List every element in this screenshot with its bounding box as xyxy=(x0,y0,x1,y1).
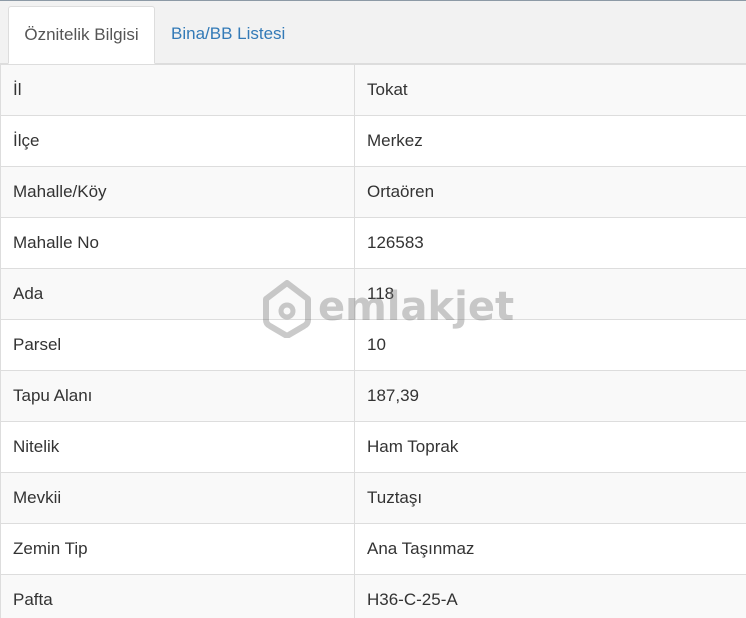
table-row: Tapu Alanı 187,39 xyxy=(0,370,746,422)
row-label: Nitelik xyxy=(0,421,355,473)
row-label: Ada xyxy=(0,268,355,320)
table-row: Pafta H36-C-25-A xyxy=(0,574,746,618)
table-row: Nitelik Ham Toprak xyxy=(0,421,746,473)
row-label: Zemin Tip xyxy=(0,523,355,575)
row-label: İl xyxy=(0,64,355,116)
table-row: İl Tokat xyxy=(0,64,746,116)
tab-building-list[interactable]: Bina/BB Listesi xyxy=(159,6,297,63)
row-label: Parsel xyxy=(0,319,355,371)
row-value: 118 xyxy=(354,268,746,320)
row-value: Ham Toprak xyxy=(354,421,746,473)
tab-attribute-info[interactable]: Öznitelik Bilgisi xyxy=(8,6,155,64)
table-row: İlçe Merkez xyxy=(0,115,746,167)
row-value: Tuztaşı xyxy=(354,472,746,524)
table-row: Mahalle/Köy Ortaören xyxy=(0,166,746,218)
row-value: Ortaören xyxy=(354,166,746,218)
table-row: Mevkii Tuztaşı xyxy=(0,472,746,524)
row-label: Mahalle/Köy xyxy=(0,166,355,218)
row-label: Pafta xyxy=(0,574,355,618)
row-value: 10 xyxy=(354,319,746,371)
row-label: Mevkii xyxy=(0,472,355,524)
attribute-table: İl Tokat İlçe Merkez Mahalle/Köy Ortaöre… xyxy=(0,64,746,618)
table-row: Mahalle No 126583 xyxy=(0,217,746,269)
row-value: 126583 xyxy=(354,217,746,269)
row-label: İlçe xyxy=(0,115,355,167)
parcel-info-panel: Öznitelik Bilgisi Bina/BB Listesi İl Tok… xyxy=(0,0,746,618)
row-value: 187,39 xyxy=(354,370,746,422)
table-row: Zemin Tip Ana Taşınmaz xyxy=(0,523,746,575)
table-row: Parsel 10 xyxy=(0,319,746,371)
table-row: Ada 118 xyxy=(0,268,746,320)
row-value: Merkez xyxy=(354,115,746,167)
row-value: Ana Taşınmaz xyxy=(354,523,746,575)
row-label: Mahalle No xyxy=(0,217,355,269)
row-value: Tokat xyxy=(354,64,746,116)
tab-bar: Öznitelik Bilgisi Bina/BB Listesi xyxy=(0,1,746,64)
row-label: Tapu Alanı xyxy=(0,370,355,422)
row-value: H36-C-25-A xyxy=(354,574,746,618)
